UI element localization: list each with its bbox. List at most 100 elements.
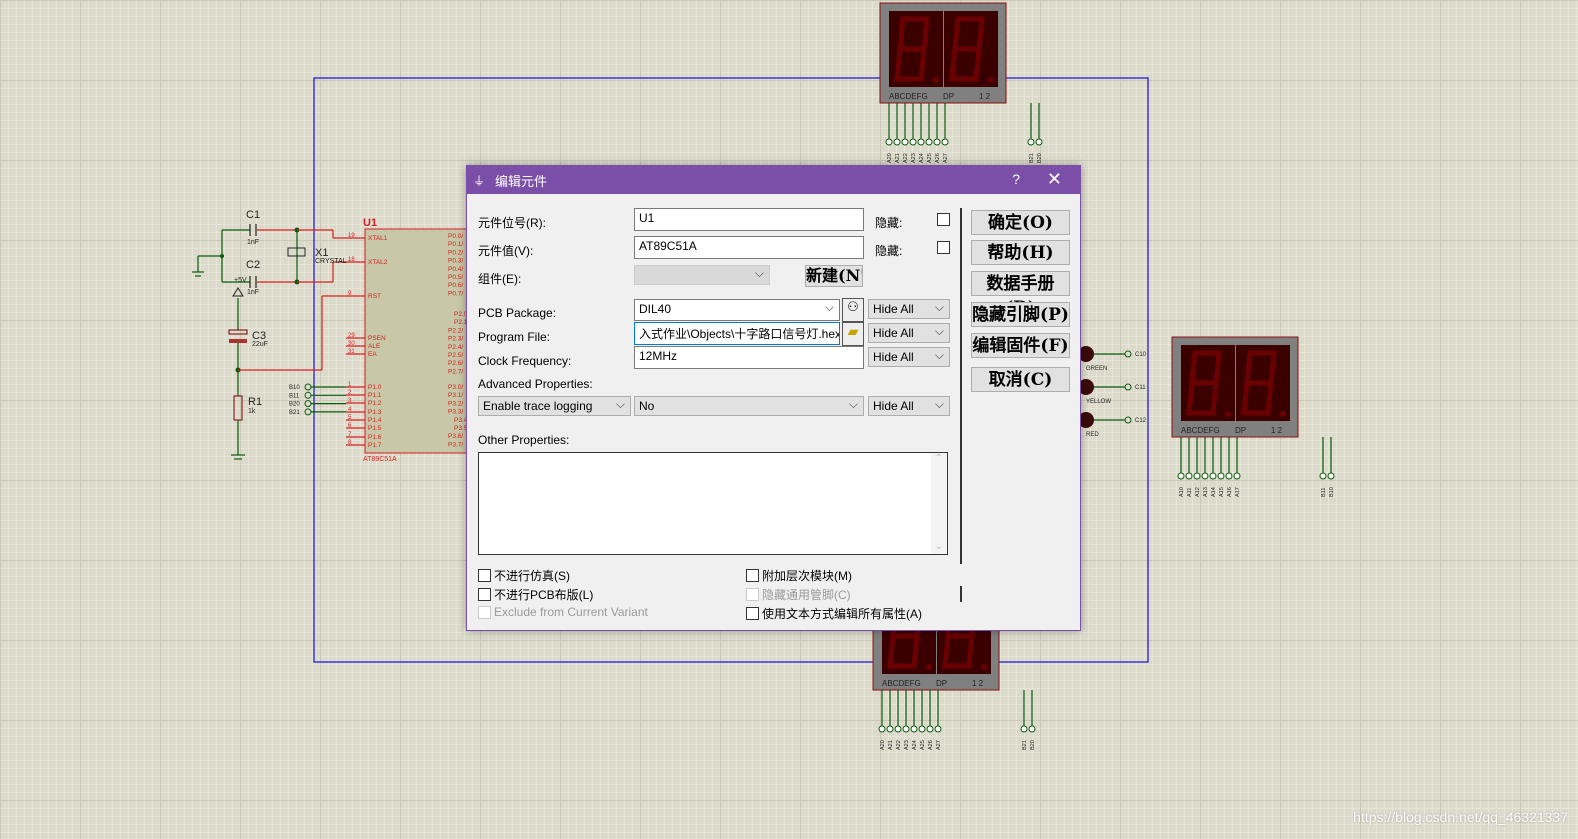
segment-label: ABCDEFG bbox=[1181, 426, 1220, 435]
clock-visibility-select[interactable]: Hide All bbox=[868, 347, 950, 367]
terminal[interactable] bbox=[1193, 472, 1201, 480]
checkbox-label: 不进行PCB布版(L) bbox=[494, 588, 594, 602]
oscillator-reset-circuit[interactable]: C11nFC21nFX1CRYSTAL+5VC322uFR11k bbox=[192, 209, 365, 460]
terminal[interactable] bbox=[885, 138, 893, 146]
terminal[interactable] bbox=[1185, 472, 1193, 480]
u1-label: U1 bbox=[363, 217, 377, 229]
x1-value: CRYSTAL bbox=[315, 258, 347, 265]
dp-segment bbox=[981, 664, 987, 670]
advanced-visibility-select[interactable]: Hide All bbox=[868, 396, 950, 416]
terminal[interactable] bbox=[933, 138, 941, 146]
clock-input[interactable]: 12MHz bbox=[634, 346, 864, 369]
traffic-leds[interactable]: C10 GREEN C11 YELLOW C12 RED bbox=[1078, 346, 1147, 438]
terminal[interactable] bbox=[878, 725, 886, 733]
terminal[interactable] bbox=[1225, 472, 1233, 480]
pin-name: P2.2/ bbox=[448, 327, 463, 334]
terminal[interactable] bbox=[917, 138, 925, 146]
terminal[interactable] bbox=[901, 138, 909, 146]
dialog-button-3[interactable]: 隐藏引脚(P) bbox=[971, 302, 1070, 327]
dialog-button-0[interactable]: 确定(O) bbox=[971, 210, 1070, 235]
terminal[interactable] bbox=[1124, 416, 1132, 424]
new-button[interactable]: 新建(N' bbox=[805, 265, 863, 287]
dp-segment bbox=[926, 664, 932, 670]
terminal[interactable] bbox=[304, 400, 312, 408]
dp-label: DP bbox=[936, 679, 947, 688]
terminal[interactable] bbox=[1233, 472, 1241, 480]
advanced-label: Advanced Properties: bbox=[478, 377, 593, 391]
option-checkbox[interactable]: 不进行PCB布版(L) bbox=[478, 586, 593, 603]
terminal[interactable] bbox=[894, 725, 902, 733]
seven-seg-display-right[interactable]: ABCDEFG DP 1 2 A10 A11 A12 A13 A14 A15 A16 A17 B11 B… bbox=[1171, 336, 1335, 497]
checkbox-box[interactable] bbox=[478, 605, 491, 619]
hide-ref-checkbox[interactable] bbox=[937, 213, 950, 226]
other-properties-textarea[interactable]: ⌃ ⌄ bbox=[478, 452, 948, 555]
option-checkbox[interactable]: 不进行仿真(S) bbox=[478, 567, 570, 584]
value-input[interactable]: AT89C51A bbox=[634, 236, 864, 259]
pin-name: P2.4/ bbox=[448, 344, 463, 351]
terminal[interactable] bbox=[1124, 383, 1132, 391]
seven-seg-display-top[interactable]: ABCDEFG DP 1 2 A20 A21 A22 A23 A24 A25 A26 A27 B21 B… bbox=[879, 2, 1043, 163]
dialog-button-2[interactable]: 数据手册(D) bbox=[971, 271, 1070, 318]
option-checkbox[interactable]: 使用文本方式编辑所有属性(A) bbox=[746, 605, 922, 622]
ref-input[interactable]: U1 bbox=[634, 208, 864, 231]
terminal[interactable] bbox=[304, 408, 312, 416]
pcb-visibility-select[interactable]: Hide All bbox=[868, 299, 950, 319]
pcb-package-select[interactable]: DIL40 bbox=[634, 299, 840, 321]
option-checkbox[interactable]: 附加层次模块(M) bbox=[746, 567, 852, 584]
group-select[interactable] bbox=[634, 265, 770, 285]
checkbox-box[interactable] bbox=[746, 607, 759, 620]
advanced-property-select[interactable]: Enable trace logging bbox=[478, 396, 631, 416]
hide-value-checkbox[interactable] bbox=[937, 241, 950, 254]
help-icon[interactable]: ? bbox=[1012, 171, 1020, 187]
terminal[interactable] bbox=[1020, 725, 1028, 733]
terminal[interactable] bbox=[1028, 725, 1036, 733]
terminal[interactable] bbox=[910, 725, 918, 733]
pin-name: RST bbox=[368, 293, 381, 300]
pin-name: PSEN bbox=[368, 335, 386, 342]
checkbox-box[interactable] bbox=[478, 588, 491, 601]
terminal[interactable] bbox=[902, 725, 910, 733]
terminal[interactable] bbox=[926, 725, 934, 733]
terminal[interactable] bbox=[925, 138, 933, 146]
terminal[interactable] bbox=[1027, 138, 1035, 146]
terminal[interactable] bbox=[1035, 138, 1043, 146]
terminal[interactable] bbox=[1327, 472, 1335, 480]
program-file-input[interactable]: 入式作业\Objects\十字路口信号灯.hex bbox=[634, 322, 840, 345]
terminal[interactable] bbox=[1124, 350, 1132, 358]
advanced-value-select[interactable]: No bbox=[634, 396, 864, 416]
terminal[interactable] bbox=[304, 391, 312, 399]
digit-label: 1 2 bbox=[979, 92, 991, 101]
dialog-button-1[interactable]: 帮助(H) bbox=[971, 240, 1070, 265]
program-visibility-select[interactable]: Hide All bbox=[868, 323, 950, 343]
terminal[interactable] bbox=[304, 383, 312, 391]
component-icon: ⏚ bbox=[473, 174, 486, 188]
terminal[interactable] bbox=[941, 138, 949, 146]
terminal[interactable] bbox=[934, 725, 942, 733]
dialog-titlebar[interactable]: ⏚ 编辑元件 ? ✕ bbox=[467, 166, 1080, 194]
terminal[interactable] bbox=[1319, 472, 1327, 480]
checkbox-box[interactable] bbox=[478, 569, 491, 582]
terminal[interactable] bbox=[909, 138, 917, 146]
binoculars-icon[interactable]: ⚇ bbox=[842, 298, 864, 322]
terminal[interactable] bbox=[1209, 472, 1217, 480]
checkbox-label: 隐藏通用管脚(C) bbox=[762, 588, 851, 602]
terminal-label: A17 bbox=[1235, 487, 1241, 497]
capacitor-c3 bbox=[228, 329, 248, 335]
dialog-button-5[interactable]: 取消(C) bbox=[971, 367, 1070, 392]
checkbox-box[interactable] bbox=[746, 588, 759, 601]
pin-name: P3.6/ bbox=[448, 433, 463, 440]
terminal[interactable] bbox=[1177, 472, 1185, 480]
dialog-button-4[interactable]: 编辑固件(F) bbox=[971, 333, 1070, 358]
terminal[interactable] bbox=[886, 725, 894, 733]
close-icon[interactable]: ✕ bbox=[1047, 169, 1062, 190]
terminal-label: A20 bbox=[880, 740, 886, 750]
terminal[interactable] bbox=[893, 138, 901, 146]
folder-icon[interactable]: ▰ bbox=[842, 322, 864, 346]
terminal-label: A27 bbox=[936, 740, 942, 750]
pin-number: 31 bbox=[348, 349, 355, 355]
terminal[interactable] bbox=[1201, 472, 1209, 480]
scrollbar[interactable]: ⌃ ⌄ bbox=[931, 453, 947, 554]
terminal[interactable] bbox=[918, 725, 926, 733]
terminal[interactable] bbox=[1217, 472, 1225, 480]
checkbox-box[interactable] bbox=[746, 569, 759, 582]
